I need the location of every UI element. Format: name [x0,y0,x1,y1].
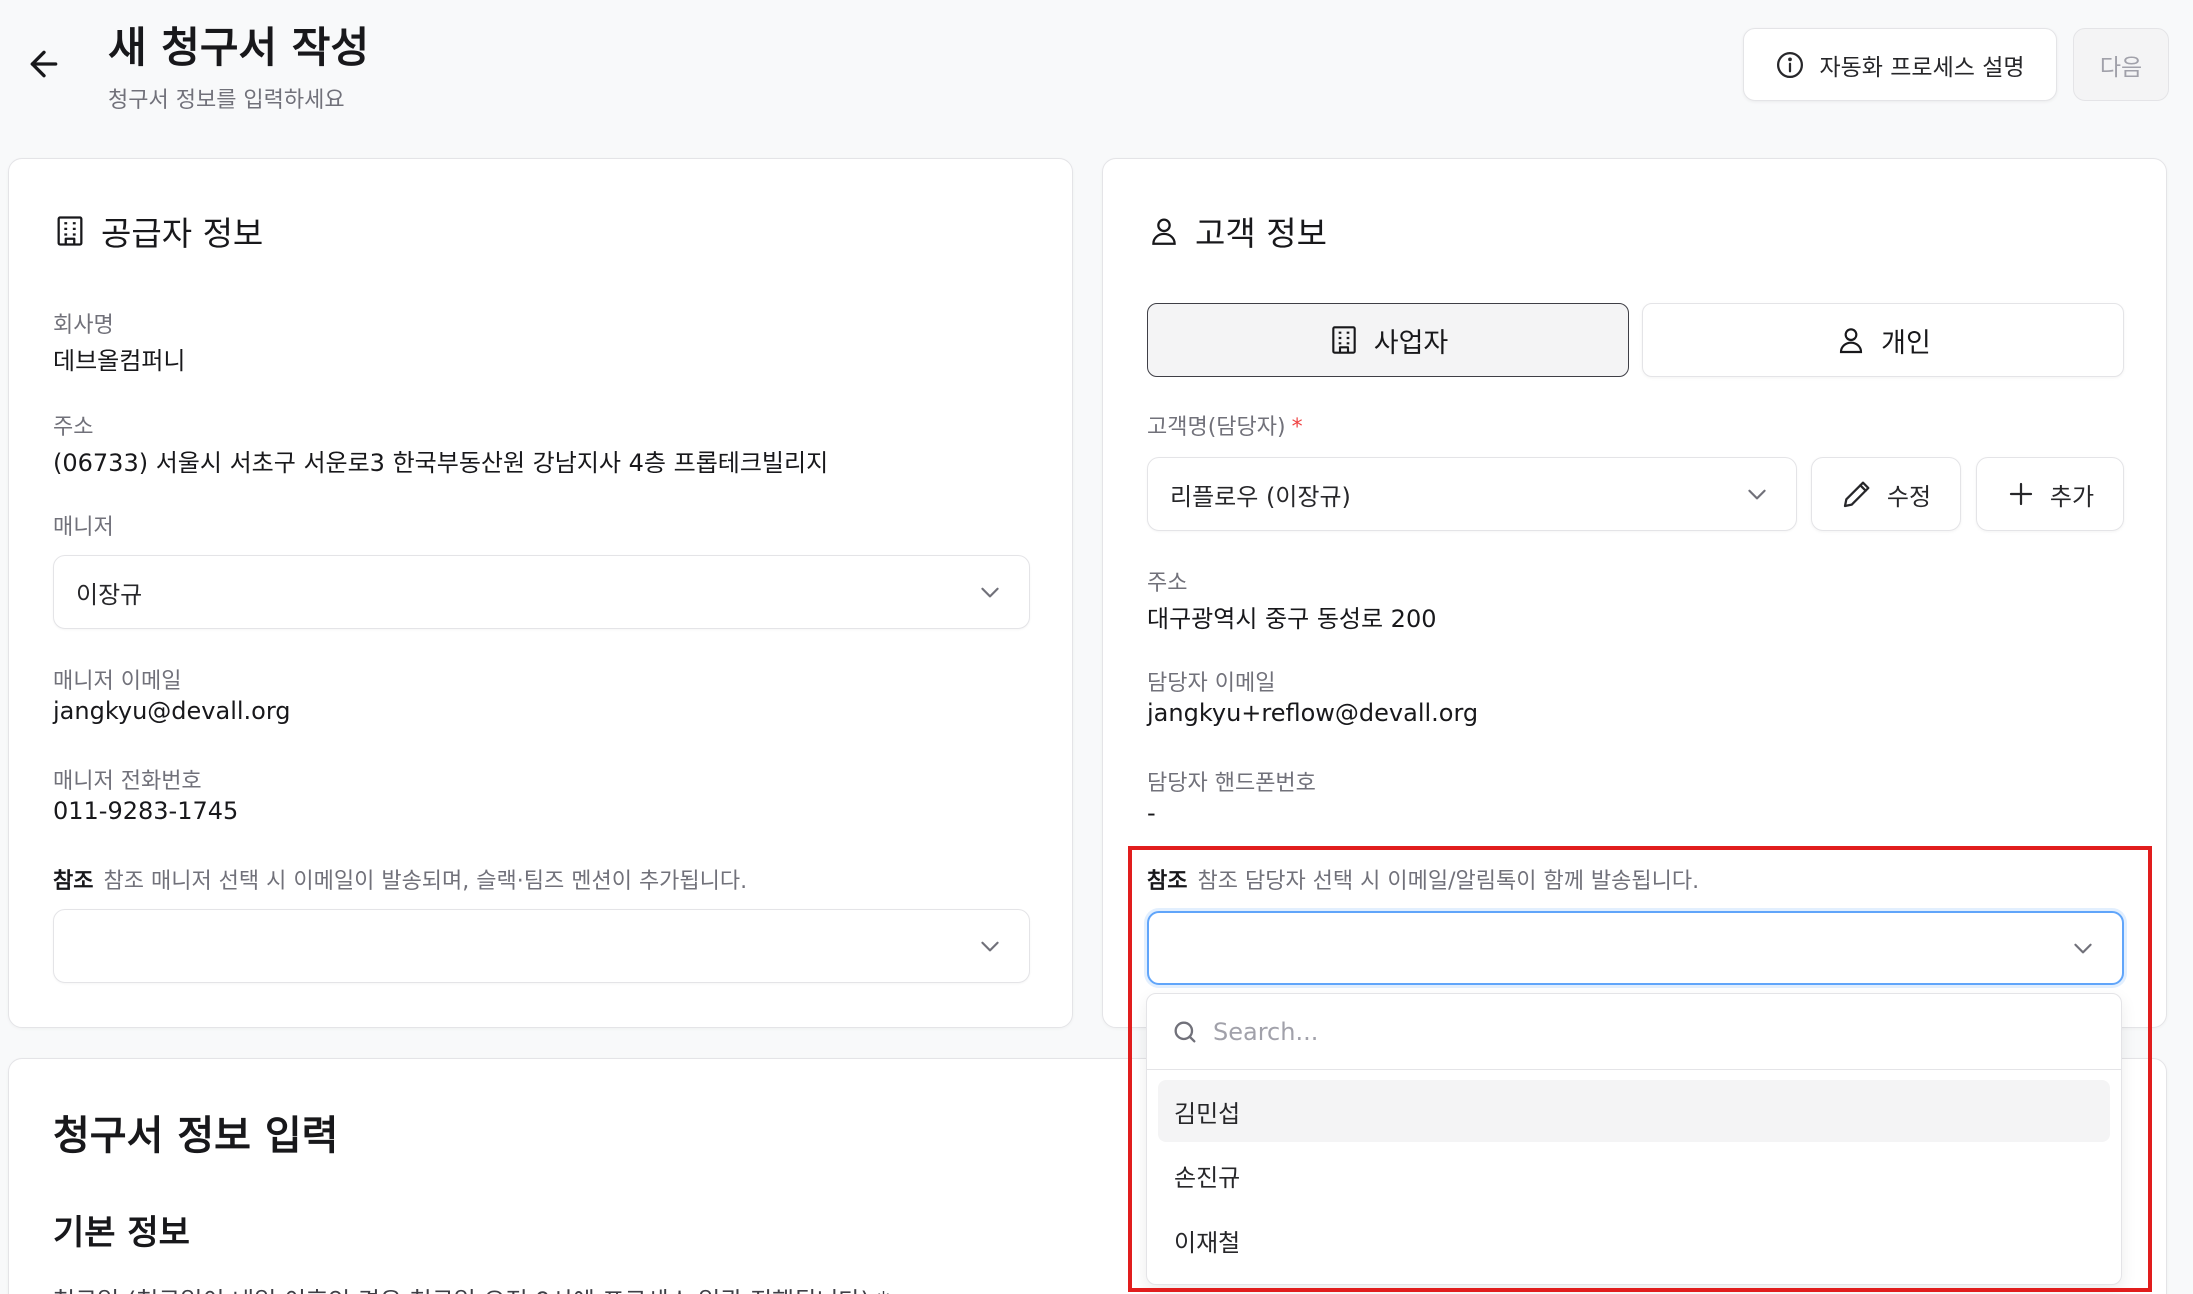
supplier-address-label: 주소 [53,415,94,440]
billing-date-label: 청구일 (청구일이 내일 이후인 경우 청구일 오전 9시에 프로세스 일괄 진… [53,1281,1053,1294]
company-name-value: 데브올컴퍼니 [53,347,186,375]
manager-email-label: 매니저 이메일 [53,669,182,694]
user-icon [1147,214,1181,248]
manager-email-value: jangkyu@devall.org [53,697,291,725]
customer-type-individual-toggle[interactable]: 개인 [1642,303,2124,377]
customer-name-select[interactable]: 리플로우 (이장규) [1147,457,1797,531]
reference-dropdown: 김민섭 손진규 이재철 [1146,993,2122,1285]
supplier-card: 공급자 정보 회사명 데브올컴퍼니 주소 (06733) 서울시 서초구 서운로… [8,158,1073,1028]
building-icon [53,214,87,248]
contact-email-label: 담당자 이메일 [1147,671,1276,696]
dropdown-option[interactable]: 김민섭 [1158,1080,2110,1142]
company-name-label: 회사명 [53,313,114,338]
customer-address-value: 대구광역시 중구 동성로 200 [1147,605,1437,633]
dropdown-option[interactable]: 이재철 [1158,1209,2110,1271]
customer-type-business-toggle[interactable]: 사업자 [1147,303,1629,377]
manager-phone-value: 011-9283-1745 [53,797,239,825]
chevron-down-icon [1744,481,1770,507]
manager-select-value: 이장규 [76,580,143,609]
dropdown-search-input[interactable] [1213,1017,2093,1046]
chevron-down-icon [2070,935,2096,961]
contact-phone-label: 담당자 핸드폰번호 [1147,771,1316,796]
required-mark: * [1291,415,1303,440]
building-icon [1328,324,1360,356]
customer-reference-select[interactable] [1147,911,2124,985]
back-arrow-icon[interactable] [24,44,64,84]
info-icon [1775,50,1805,80]
next-button[interactable]: 다음 [2073,28,2169,101]
user-icon [1835,324,1867,356]
add-customer-button[interactable]: 추가 [1976,457,2124,531]
manager-label: 매니저 [53,515,114,540]
supplier-reference-select[interactable] [53,909,1030,983]
customer-address-label: 주소 [1147,571,1188,596]
pencil-icon [1841,478,1873,510]
search-icon [1171,1018,1199,1046]
supplier-address-value: (06733) 서울시 서초구 서운로3 한국부동산원 강남지사 4층 프롭테크… [53,449,829,477]
plus-icon [2006,479,2036,509]
chevron-down-icon [977,933,1003,959]
dropdown-search [1147,994,2121,1070]
customer-card-title: 고객 정보 [1147,207,1327,255]
supplier-reference-label: 참조 참조 매니저 선택 시 이메일이 발송되며, 슬랙·팀즈 멘션이 추가됩니다… [53,869,748,894]
auto-process-label: 자동화 프로세스 설명 [1819,54,2025,81]
customer-name-value: 리플로우 (이장규) [1170,482,1351,511]
contact-email-value: jangkyu+reflow@devall.org [1147,699,1479,727]
auto-process-info-button[interactable]: 자동화 프로세스 설명 [1743,28,2057,101]
page-title: 새 청구서 작성 [108,23,370,72]
chevron-down-icon [977,579,1003,605]
customer-name-label: 고객명(담당자) * [1147,415,1303,440]
basic-info-title: 기본 정보 [53,1213,190,1253]
invoice-section-title: 청구서 정보 입력 [53,1113,339,1159]
customer-reference-label: 참조 참조 담당자 선택 시 이메일/알림톡이 함께 발송됩니다. [1147,869,1700,894]
manager-phone-label: 매니저 전화번호 [53,769,202,794]
supplier-card-title: 공급자 정보 [53,207,263,255]
page-subtitle: 청구서 정보를 입력하세요 [108,88,345,113]
manager-select[interactable]: 이장규 [53,555,1030,629]
edit-customer-button[interactable]: 수정 [1811,457,1961,531]
customer-card: 고객 정보 사업자 개인 고객명(담당자) * 리플로우 (이장규) 수정 추가 … [1102,158,2167,1028]
contact-phone-value: - [1147,799,1156,827]
dropdown-option[interactable]: 손진규 [1158,1144,2110,1206]
